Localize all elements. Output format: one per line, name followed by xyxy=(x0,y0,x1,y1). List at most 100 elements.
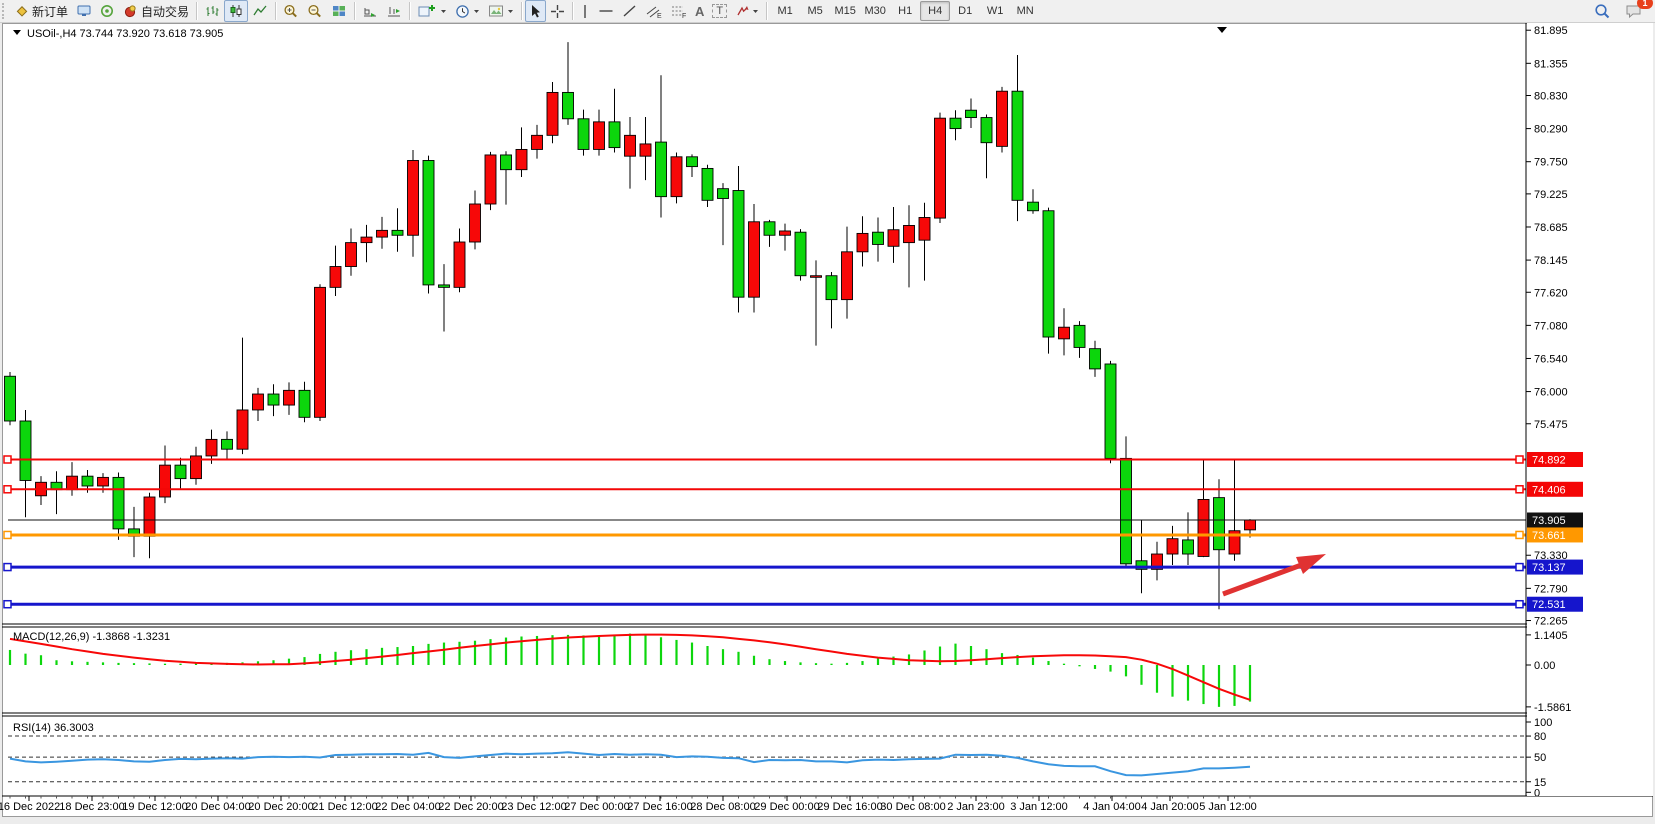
bear-candle xyxy=(423,160,434,284)
auto-trading-button[interactable]: 自动交易 xyxy=(119,0,193,22)
timeframe-button-m30[interactable]: M30 xyxy=(860,1,890,21)
bull-candle xyxy=(640,144,651,156)
trendline-tool-button[interactable] xyxy=(618,0,641,22)
chart-shift-button[interactable] xyxy=(382,0,406,22)
bull-candle xyxy=(935,118,946,218)
line-handle[interactable] xyxy=(1516,531,1523,538)
bull-candle xyxy=(1167,539,1178,554)
line-handle[interactable] xyxy=(1516,564,1523,571)
signals-button[interactable] xyxy=(96,0,119,22)
bull-candle xyxy=(454,242,465,287)
chevron-down-icon xyxy=(440,9,447,14)
time-tick-label: 16 Dec 2022 xyxy=(0,801,60,813)
bear-candle xyxy=(578,119,589,150)
price-tick-label: 77.080 xyxy=(1534,320,1568,332)
toolbar-separator xyxy=(354,2,355,20)
indicators-button[interactable] xyxy=(413,0,451,22)
vertical-line-icon xyxy=(580,4,590,19)
periods-button[interactable] xyxy=(451,0,484,22)
bull-candle xyxy=(842,252,853,300)
text-tool-label: A xyxy=(695,4,704,19)
toolbar-grip[interactable] xyxy=(2,3,9,19)
price-axis[interactable]: 81.89581.35580.83080.29079.75079.22578.6… xyxy=(1526,23,1653,799)
rsi-axis-label: 100 xyxy=(1534,717,1552,729)
timeframe-button-d1[interactable]: D1 xyxy=(950,1,980,21)
line-handle[interactable] xyxy=(1516,456,1523,463)
time-tick-label: 5 Jan 12:00 xyxy=(1199,801,1257,813)
line-handle[interactable] xyxy=(4,601,11,608)
horizontal-line-tool-button[interactable] xyxy=(594,0,618,22)
chevron-down-icon xyxy=(473,9,480,14)
notifications-button[interactable]: 1 xyxy=(1621,0,1647,22)
timeframe-button-h4[interactable]: H4 xyxy=(920,1,950,21)
label-tool-glyph: T xyxy=(712,4,727,18)
bull-candle xyxy=(98,477,109,486)
bear-candle xyxy=(299,390,310,417)
auto-scroll-button[interactable] xyxy=(358,0,382,22)
timeframe-button-m15[interactable]: M15 xyxy=(830,1,860,21)
timeframe-button-m5[interactable]: M5 xyxy=(800,1,830,21)
arrows-tool-button[interactable] xyxy=(731,0,763,22)
line-handle[interactable] xyxy=(4,564,11,571)
signal-waves-icon xyxy=(100,4,115,18)
tile-windows-button[interactable] xyxy=(327,0,351,22)
zoom-in-button[interactable] xyxy=(279,0,303,22)
timeframe-button-w1[interactable]: W1 xyxy=(980,1,1010,21)
toolbar-right-group: 1 xyxy=(1590,0,1655,22)
bull-candle xyxy=(1059,327,1070,339)
bear-candle xyxy=(609,122,620,148)
toolbar-separator xyxy=(196,2,197,20)
time-tick-label: 4 Jan 04:00 xyxy=(1083,801,1141,813)
bear-candle xyxy=(1012,91,1023,200)
bear-candle xyxy=(5,376,16,421)
templates-button[interactable] xyxy=(484,0,518,22)
time-tick-label: 30 Dec 08:00 xyxy=(880,801,945,813)
bull-candle xyxy=(361,237,372,243)
line-handle[interactable] xyxy=(4,531,11,538)
price-tick-label: 81.355 xyxy=(1534,58,1568,70)
fibonacci-tool-button[interactable]: F xyxy=(666,0,691,22)
time-tick-label: 22 Dec 04:00 xyxy=(375,801,440,813)
chart-title[interactable]: USOil-,H4 73.744 73.920 73.618 73.905 xyxy=(13,28,223,40)
price-label-text: 73.905 xyxy=(1532,515,1566,527)
text-tool-button[interactable]: A xyxy=(691,0,708,22)
macd-label: MACD(12,26,9) -1.3868 -1.3231 xyxy=(13,631,170,643)
timeframe-button-h1[interactable]: H1 xyxy=(890,1,920,21)
chart-window-button[interactable] xyxy=(72,0,96,22)
bear-candle xyxy=(1043,211,1054,337)
price-tick-label: 72.790 xyxy=(1534,583,1568,595)
price-tick-label: 81.895 xyxy=(1534,25,1568,37)
line-handle[interactable] xyxy=(1516,486,1523,493)
bear-candle xyxy=(439,285,450,287)
vertical-line-tool-button[interactable] xyxy=(576,0,594,22)
timeframe-button-m1[interactable]: M1 xyxy=(770,1,800,21)
bear-candle xyxy=(563,92,574,118)
crosshair-tool-button[interactable] xyxy=(546,0,569,22)
time-tick-label: 29 Dec 16:00 xyxy=(817,801,882,813)
new-order-button[interactable]: 新订单 xyxy=(11,0,72,22)
time-tick-label: 23 Dec 12:00 xyxy=(501,801,566,813)
zoom-out-button[interactable] xyxy=(303,0,327,22)
price-tick-label: 76.540 xyxy=(1534,353,1568,365)
new-order-label: 新订单 xyxy=(32,3,68,20)
line-handle[interactable] xyxy=(1516,601,1523,608)
toolbar-separator xyxy=(766,2,767,20)
toolbar-separator xyxy=(572,2,573,20)
line-chart-type-button[interactable] xyxy=(248,0,272,22)
cursor-tool-button[interactable] xyxy=(525,0,546,22)
chart-canvas[interactable]: 81.89581.35580.83080.29079.75079.22578.6… xyxy=(0,0,1655,824)
bear-candle xyxy=(966,110,977,117)
line-handle[interactable] xyxy=(4,486,11,493)
candlestick-type-button[interactable] xyxy=(224,0,248,22)
channel-tool-button[interactable]: E xyxy=(641,0,666,22)
bear-candle xyxy=(656,142,667,197)
mt4-window: 新订单 自动交易 xyxy=(0,0,1655,824)
line-handle[interactable] xyxy=(4,456,11,463)
bull-candle xyxy=(625,135,636,156)
bull-candle xyxy=(749,222,760,297)
text-label-tool-button[interactable]: T xyxy=(708,0,731,22)
bar-chart-type-button[interactable] xyxy=(200,0,224,22)
search-button[interactable] xyxy=(1590,0,1615,22)
chart-shift-icon xyxy=(386,4,402,18)
timeframe-button-mn[interactable]: MN xyxy=(1010,1,1040,21)
